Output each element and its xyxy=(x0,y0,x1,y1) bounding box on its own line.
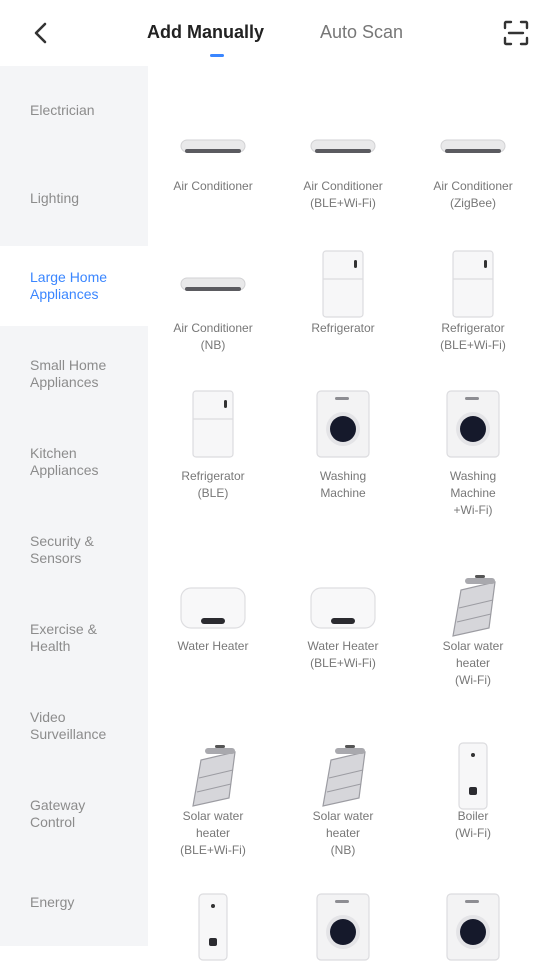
sidebar-item-large-home-appliances[interactable]: Large Home Appliances xyxy=(0,246,148,326)
sidebar-item-video-surveillance[interactable]: Video Surveillance xyxy=(0,686,148,766)
refrigerator-icon xyxy=(278,244,408,324)
air-conditioner-icon xyxy=(278,106,408,186)
sidebar-item-label: Energy xyxy=(30,893,75,910)
device-refrigerator-ble-wifi[interactable]: Refrigerator (BLE+Wi-Fi) xyxy=(408,244,538,394)
washing-machine-icon xyxy=(408,384,538,464)
category-sidebar: Electrician Lighting Large Home Applianc… xyxy=(0,66,148,946)
air-conditioner-icon xyxy=(148,106,278,186)
sidebar-item-label: Security & Sensors xyxy=(30,533,94,566)
sidebar-item-electrician[interactable]: Electrician xyxy=(0,70,148,150)
solar-water-heater-icon xyxy=(278,736,408,816)
sidebar-item-label: Gateway Control xyxy=(30,797,86,830)
scan-icon[interactable] xyxy=(503,20,529,46)
washing-machine-icon xyxy=(278,384,408,464)
device-partial-washing-machine[interactable] xyxy=(278,892,408,961)
device-air-conditioner[interactable]: Air Conditioner xyxy=(148,106,278,266)
sidebar-item-lighting[interactable]: Lighting xyxy=(0,158,148,238)
device-air-conditioner-zigbee[interactable]: Air Conditioner (ZigBee) xyxy=(408,106,538,266)
water-heater-icon xyxy=(148,566,278,646)
device-refrigerator[interactable]: Refrigerator xyxy=(278,244,408,394)
device-air-conditioner-ble-wifi[interactable]: Air Conditioner (BLE+Wi-Fi) xyxy=(278,106,408,266)
device-washing-machine[interactable]: Washing Machine xyxy=(278,384,408,554)
device-label: Refrigerator (BLE+Wi-Fi) xyxy=(440,321,506,352)
device-washing-machine-wifi[interactable]: Washing Machine +Wi-Fi) xyxy=(408,384,538,554)
device-solar-water-heater-nb[interactable]: Solar water heater (NB) xyxy=(278,736,408,896)
device-label: Water Heater xyxy=(177,639,249,653)
washing-machine-icon xyxy=(408,892,538,961)
sidebar-item-small-home-appliances[interactable]: Small Home Appliances xyxy=(0,334,148,414)
device-partial-boiler[interactable] xyxy=(148,892,278,961)
active-tab-indicator xyxy=(210,54,224,57)
solar-water-heater-icon xyxy=(408,566,538,646)
device-partial-washing-machine-2[interactable] xyxy=(408,892,538,961)
device-boiler-wifi[interactable]: Boiler (Wi-Fi) xyxy=(408,736,538,896)
header: Add Manually Auto Scan xyxy=(0,0,538,66)
water-heater-icon xyxy=(278,566,408,646)
device-label: Air Conditioner (BLE+Wi-Fi) xyxy=(303,179,383,210)
device-label: Air Conditioner xyxy=(173,179,253,193)
sidebar-item-energy[interactable]: Energy xyxy=(0,862,148,942)
boiler-icon xyxy=(148,892,278,961)
device-water-heater-ble-wifi[interactable]: Water Heater (BLE+Wi-Fi) xyxy=(278,566,408,716)
device-solar-water-heater-wifi[interactable]: Solar water heater (Wi-Fi) xyxy=(408,566,538,716)
back-icon[interactable] xyxy=(26,18,56,48)
device-grid: Air Conditioner Air Conditioner (BLE+Wi-… xyxy=(148,66,538,961)
device-label: Washing Machine +Wi-Fi) xyxy=(449,469,497,517)
sidebar-item-exercise-health[interactable]: Exercise & Health xyxy=(0,598,148,678)
sidebar-item-label: Electrician xyxy=(30,101,95,118)
device-label: Solar water heater (BLE+Wi-Fi) xyxy=(180,809,246,857)
device-air-conditioner-nb[interactable]: Air Conditioner (NB) xyxy=(148,244,278,394)
device-label: Air Conditioner (NB) xyxy=(173,321,253,352)
tab-auto-scan[interactable]: Auto Scan xyxy=(320,22,403,43)
refrigerator-icon xyxy=(148,384,278,464)
sidebar-item-kitchen-appliances[interactable]: Kitchen Appliances xyxy=(0,422,148,502)
sidebar-item-label: Kitchen Appliances xyxy=(30,445,99,478)
device-solar-water-heater-ble-wifi[interactable]: Solar water heater (BLE+Wi-Fi) xyxy=(148,736,278,896)
sidebar-item-label: Video Surveillance xyxy=(30,709,107,742)
device-label: Boiler (Wi-Fi) xyxy=(455,809,491,840)
device-label: Solar water heater (Wi-Fi) xyxy=(442,639,504,687)
device-label: Washing Machine xyxy=(319,469,367,500)
device-water-heater[interactable]: Water Heater xyxy=(148,566,278,716)
air-conditioner-icon xyxy=(148,244,278,324)
device-label: Refrigerator (BLE) xyxy=(181,469,245,500)
device-refrigerator-ble[interactable]: Refrigerator (BLE) xyxy=(148,384,278,554)
device-label: Water Heater (BLE+Wi-Fi) xyxy=(307,639,379,670)
solar-water-heater-icon xyxy=(148,736,278,816)
washing-machine-icon xyxy=(278,892,408,961)
sidebar-item-label: Small Home Appliances xyxy=(30,357,107,390)
sidebar-item-gateway-control[interactable]: Gateway Control xyxy=(0,774,148,854)
sidebar-item-label: Exercise & Health xyxy=(30,621,97,654)
sidebar-item-label: Lighting xyxy=(30,189,80,206)
tab-add-manually[interactable]: Add Manually xyxy=(147,22,264,43)
sidebar-item-label: Large Home Appliances xyxy=(30,269,108,302)
device-label: Refrigerator xyxy=(311,321,375,335)
sidebar-item-security-sensors[interactable]: Security & Sensors xyxy=(0,510,148,590)
boiler-icon xyxy=(408,736,538,816)
refrigerator-icon xyxy=(408,244,538,324)
air-conditioner-icon xyxy=(408,106,538,186)
device-label: Air Conditioner (ZigBee) xyxy=(433,179,513,210)
device-label: Solar water heater (NB) xyxy=(312,809,374,857)
